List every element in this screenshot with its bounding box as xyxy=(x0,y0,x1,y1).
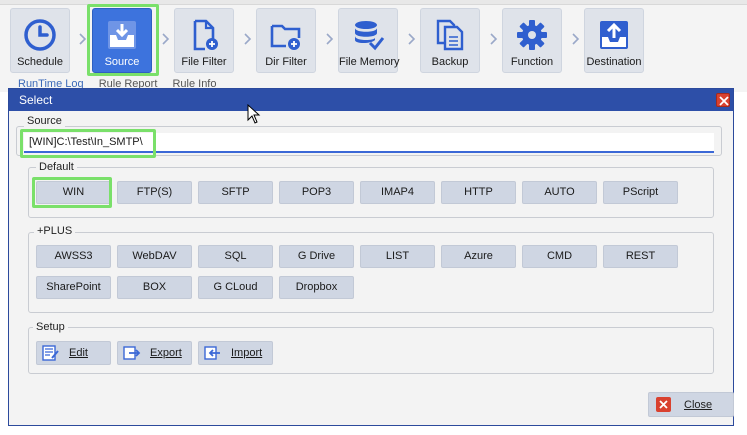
source-group-label: Source xyxy=(24,115,65,127)
plus-sharepoint-button[interactable]: SharePoint xyxy=(36,276,111,299)
edit-list-icon xyxy=(42,345,59,361)
close-button-label: Close xyxy=(684,399,713,411)
plus-list-button[interactable]: LIST xyxy=(360,245,435,268)
toolbar-file-filter-label: File Filter xyxy=(181,56,227,68)
toolbar-destination-button[interactable]: Destination xyxy=(584,8,644,73)
dialog-close-x-button[interactable] xyxy=(716,93,730,107)
close-icon xyxy=(656,397,671,412)
plus-dropbox-button[interactable]: Dropbox xyxy=(279,276,354,299)
default-group-label: Default xyxy=(36,161,77,173)
dialog-title: Select xyxy=(19,93,53,107)
close-button[interactable]: Close xyxy=(648,392,734,417)
setup-import-label: Import xyxy=(231,347,263,359)
chevron-right-icon xyxy=(244,33,252,45)
toolbar-function-button[interactable]: Function xyxy=(502,8,562,73)
toolbar-schedule-label: Schedule xyxy=(17,56,63,68)
toolbar-file-memory-button[interactable]: File Memory xyxy=(338,8,400,73)
dialog-title-bar: Select xyxy=(9,89,733,111)
copy-files-icon xyxy=(436,19,464,51)
toolbar-file-memory-label: File Memory xyxy=(339,56,400,68)
chevron-right-icon xyxy=(490,33,498,45)
setup-group-label: Setup xyxy=(33,321,68,333)
protocol-ftps-button[interactable]: FTP(S) xyxy=(117,181,192,204)
gear-icon xyxy=(517,20,547,50)
database-check-icon xyxy=(355,21,385,51)
protocol-http-button[interactable]: HTTP xyxy=(441,181,516,204)
source-highlight-frame xyxy=(87,4,159,76)
close-icon xyxy=(719,96,729,106)
plus-sql-button[interactable]: SQL xyxy=(198,245,273,268)
protocol-auto-button[interactable]: AUTO xyxy=(522,181,597,204)
folder-add-icon xyxy=(270,24,301,50)
toolbar-backup-button[interactable]: Backup xyxy=(420,8,480,73)
setup-export-button[interactable]: Export xyxy=(117,341,192,365)
toolbar-destination-label: Destination xyxy=(586,56,642,68)
plus-group-label: +PLUS xyxy=(34,225,76,237)
plus-rest-button[interactable]: REST xyxy=(603,245,678,268)
toolbar-file-filter-button[interactable]: File Filter xyxy=(174,8,234,73)
plus-box-button[interactable]: BOX xyxy=(117,276,192,299)
plus-webdav-button[interactable]: WebDAV xyxy=(117,245,192,268)
setup-edit-button[interactable]: Edit xyxy=(36,341,111,365)
plus-awss3-button[interactable]: AWSS3 xyxy=(36,245,111,268)
chevron-right-icon xyxy=(162,33,170,45)
setup-edit-label: Edit xyxy=(69,347,88,359)
chevron-right-icon xyxy=(326,33,334,45)
setup-export-label: Export xyxy=(150,347,182,359)
export-icon xyxy=(123,346,141,360)
clock-icon xyxy=(24,19,56,51)
chevron-right-icon xyxy=(408,33,416,45)
plus-cmd-button[interactable]: CMD xyxy=(522,245,597,268)
win-highlight-frame xyxy=(32,177,112,208)
file-add-icon xyxy=(193,19,218,51)
toolbar-dir-filter-button[interactable]: Dir Filter xyxy=(256,8,316,73)
upload-tray-icon xyxy=(600,21,628,49)
toolbar-function-label: Function xyxy=(510,56,554,68)
chevron-right-icon xyxy=(572,33,580,45)
protocol-pop3-button[interactable]: POP3 xyxy=(279,181,354,204)
setup-import-button[interactable]: Import xyxy=(198,341,273,365)
protocol-sftp-button[interactable]: SFTP xyxy=(198,181,273,204)
toolbar-schedule-button[interactable]: Schedule xyxy=(10,8,70,73)
plus-gdrive-button[interactable]: G Drive xyxy=(279,245,354,268)
toolbar-dir-filter-label: Dir Filter xyxy=(265,56,307,68)
path-highlight-frame xyxy=(20,129,156,158)
toolbar-backup-label: Backup xyxy=(431,56,469,68)
plus-azure-button[interactable]: Azure xyxy=(441,245,516,268)
mouse-cursor-icon xyxy=(247,104,261,124)
protocol-pscript-button[interactable]: PScript xyxy=(603,181,678,204)
main-toolbar: Schedule Source File Filter Dir Filter F… xyxy=(0,0,747,92)
import-icon xyxy=(204,346,220,360)
protocol-imap4-button[interactable]: IMAP4 xyxy=(360,181,435,204)
plus-gcloud-button[interactable]: G CLoud xyxy=(198,276,273,299)
